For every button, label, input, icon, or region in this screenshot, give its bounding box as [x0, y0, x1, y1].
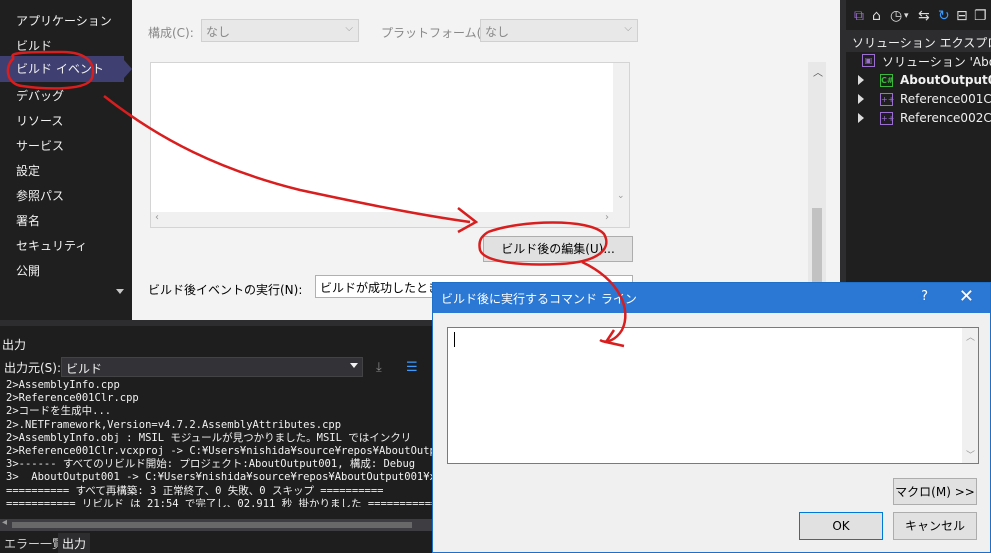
- expand-icon[interactable]: [858, 75, 864, 85]
- ok-button[interactable]: OK: [799, 512, 883, 540]
- scroll-left-icon[interactable]: ◂: [2, 517, 7, 528]
- find-message-icon[interactable]: ⤓: [376, 360, 382, 375]
- home-icon[interactable]: ⌂: [872, 8, 881, 24]
- solution-explorer: ⧉ ⌂ ◷ ▾ ⇆ ↻ ⊟ ❐ ソリューション エクスプローラー ▣ ソリューシ…: [840, 0, 991, 320]
- output-line: 2>Reference001Clr.vcxproj -> C:¥Users¥ni…: [6, 445, 436, 458]
- output-log[interactable]: 2>AssemblyInfo.cpp 2>Reference001Clr.cpp 2…: [6, 379, 436, 507]
- chevron-down-icon: [350, 363, 358, 368]
- nav-item-publish[interactable]: 公開: [16, 262, 40, 279]
- refresh-icon[interactable]: ↻: [938, 8, 950, 24]
- config-value: なし: [206, 25, 231, 39]
- output-line: 2>AssemblyInfo.cpp: [6, 379, 120, 391]
- output-source-select[interactable]: ビルド: [61, 357, 363, 377]
- clear-all-icon[interactable]: ☰: [406, 360, 418, 375]
- platform-value: なし: [485, 25, 510, 39]
- solution-label: ソリューション 'AboutOu: [882, 55, 991, 69]
- textbox-horizontal-scrollbar[interactable]: ‹ ›: [151, 212, 629, 227]
- nav-item-settings[interactable]: 設定: [16, 162, 40, 179]
- config-label: 構成(C):: [148, 26, 194, 40]
- scroll-up-icon[interactable]: ︿: [813, 64, 823, 79]
- solution-explorer-search[interactable]: ソリューション エクスプローラー: [846, 30, 991, 52]
- nav-item-application[interactable]: アプリケーション: [16, 12, 112, 29]
- edit-post-build-button[interactable]: ビルド後の編集(U)...: [483, 236, 633, 262]
- project-label: AboutOutput001: [900, 73, 991, 87]
- textarea-vertical-scrollbar[interactable]: ︿ ﹀: [962, 328, 978, 463]
- scroll-up-icon[interactable]: ︿: [966, 330, 975, 343]
- tab-output[interactable]: 出力: [58, 533, 91, 553]
- config-select: なし ⌵: [201, 19, 359, 42]
- project-label: Reference002Cpp: [900, 111, 991, 125]
- output-horizontal-scrollbar[interactable]: ◂: [0, 517, 432, 531]
- project-label: Reference001Clr: [900, 92, 991, 106]
- vs-solution-icon[interactable]: ⧉: [854, 8, 864, 24]
- output-source-label: 出力元(S):: [4, 361, 62, 375]
- output-line: 3> AboutOutput001 -> C:¥Users¥nishida¥so…: [6, 471, 436, 484]
- platform-select: なし ⌵: [480, 19, 638, 42]
- run-post-build-label: ビルド後イベントの実行(N):: [148, 283, 303, 297]
- scroll-down-icon[interactable]: ﹀: [966, 448, 975, 461]
- output-line: 2>.NETFramework,Version=v4.7.2.AssemblyA…: [6, 418, 342, 431]
- solution-icon: ▣: [862, 54, 875, 67]
- post-build-command-dialog: ビルド後に実行するコマンド ライン ? ✕ ︿ ﹀ マクロ(M) >> OK キ…: [432, 282, 991, 553]
- nav-scroll-down-icon[interactable]: [116, 289, 124, 294]
- cpp-project-icon: ++: [880, 93, 895, 106]
- command-line-textarea[interactable]: ︿ ﹀: [447, 327, 979, 464]
- output-line: 3>------ すべてのリビルド開始: プロジェクト:AboutOutput0…: [6, 458, 416, 471]
- selected-indicator: [124, 60, 132, 78]
- help-icon[interactable]: ?: [921, 289, 928, 304]
- scroll-down-icon[interactable]: ⌄: [617, 191, 625, 201]
- scroll-left-icon[interactable]: ‹: [155, 212, 159, 223]
- nav-item-resources[interactable]: リソース: [16, 112, 63, 129]
- cancel-button[interactable]: キャンセル: [893, 512, 977, 540]
- nav-item-reference-paths[interactable]: 参照パス: [16, 187, 64, 204]
- run-post-build-value: ビルドが成功したとき: [320, 281, 441, 295]
- dialog-title-bar: ビルド後に実行するコマンド ライン: [433, 283, 990, 313]
- csharp-project-icon: C#: [880, 74, 894, 87]
- project-properties-nav: アプリケーション ビルド ビルド イベント デバッグ リソース サービス 設定 …: [0, 0, 132, 320]
- scrollbar-thumb[interactable]: [12, 522, 412, 528]
- dialog-title: ビルド後に実行するコマンド ライン: [441, 292, 637, 306]
- scroll-right-icon[interactable]: ›: [605, 212, 609, 223]
- chevron-down-icon: ⌵: [345, 23, 353, 34]
- output-title: 出力: [2, 338, 27, 352]
- macro-button[interactable]: マクロ(M) >>: [893, 478, 977, 505]
- expand-icon[interactable]: [858, 113, 864, 123]
- output-line: =========== リビルド は 21:54 で完了し、02.911 秒 掛…: [6, 497, 436, 507]
- output-line: 2>AssemblyInfo.obj : MSIL モジュールが見つかりました。…: [6, 431, 412, 444]
- nav-item-services[interactable]: サービス: [16, 137, 64, 154]
- history-icon[interactable]: ◷: [890, 8, 902, 24]
- nav-item-build-events[interactable]: ビルド イベント: [0, 56, 124, 82]
- output-line: 2>コードを生成中...: [6, 405, 112, 418]
- output-line: 2>Reference001Clr.cpp: [6, 392, 139, 405]
- post-build-command-textbox[interactable]: ⌄ ‹ ›: [150, 62, 630, 228]
- build-events-page: 構成(C): なし ⌵ プラットフォーム(M): なし ⌵ ⌄ ‹ › ビルド後…: [132, 0, 840, 320]
- expand-icon[interactable]: [858, 94, 864, 104]
- sync-icon[interactable]: ⇆: [918, 8, 930, 24]
- show-all-files-icon[interactable]: ❐: [974, 8, 987, 24]
- nav-item-debug[interactable]: デバッグ: [16, 87, 64, 104]
- cpp-project-icon: ++: [880, 112, 895, 125]
- chevron-down-icon[interactable]: ▾: [904, 11, 909, 21]
- nav-item-build[interactable]: ビルド: [16, 37, 52, 54]
- nav-item-signing[interactable]: 署名: [16, 212, 40, 229]
- close-icon[interactable]: ✕: [959, 286, 974, 307]
- collapse-all-icon[interactable]: ⊟: [956, 8, 968, 24]
- chevron-down-icon: ⌵: [624, 23, 632, 34]
- textbox-vertical-scrollbar[interactable]: ⌄: [613, 63, 629, 213]
- nav-item-security[interactable]: セキュリティ: [16, 237, 87, 254]
- text-caret: [454, 332, 455, 347]
- output-source-value: ビルド: [66, 362, 103, 376]
- output-line: ========== すべて再構築: 3 正常終了、0 失敗、0 スキップ ==…: [6, 484, 384, 497]
